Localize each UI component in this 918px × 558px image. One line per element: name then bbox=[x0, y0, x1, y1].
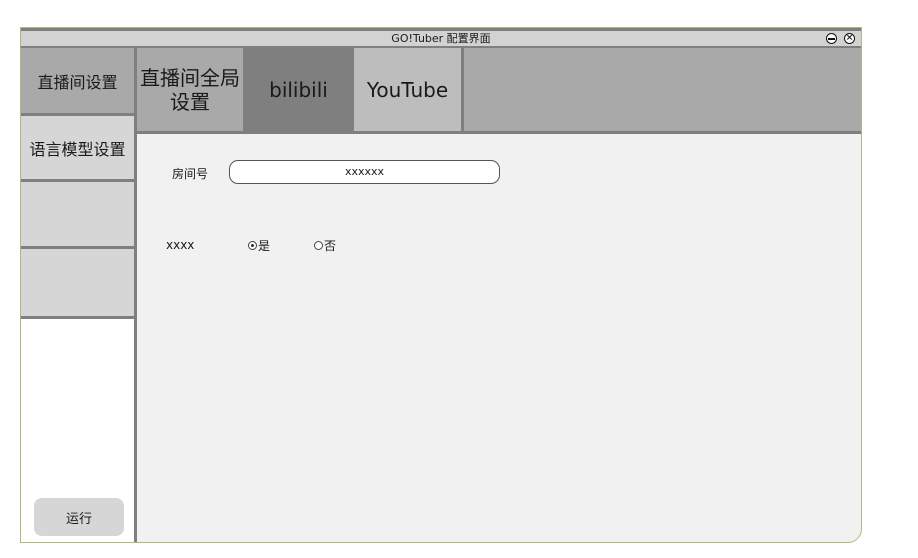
sidebar: 直播间设置 语言模型设置 运行 bbox=[21, 48, 137, 542]
option-label: xxxx bbox=[166, 238, 195, 252]
sidebar-item-language-model-settings[interactable]: 语言模型设置 bbox=[21, 116, 134, 182]
sidebar-item-empty-1[interactable] bbox=[21, 182, 134, 249]
tab-label: bilibili bbox=[269, 77, 328, 102]
sidebar-item-label: 语言模型设置 bbox=[29, 139, 126, 159]
settings-panel: 房间号 xxxxxx xxxx 是 否 bbox=[137, 134, 861, 542]
radio-selected-icon bbox=[248, 241, 257, 250]
app-window: GO!Tuber 配置界面 × 直播间设置 语言模型设置 运行 直播间全局设置 … bbox=[20, 27, 862, 543]
tab-youtube[interactable]: YouTube bbox=[354, 48, 464, 131]
run-button[interactable]: 运行 bbox=[34, 498, 124, 536]
room-number-input[interactable]: xxxxxx bbox=[229, 160, 500, 184]
sidebar-item-empty-2[interactable] bbox=[21, 249, 134, 319]
tab-bar: 直播间全局设置 bilibili YouTube bbox=[137, 48, 861, 134]
room-number-label: 房间号 bbox=[172, 167, 209, 181]
tab-bilibili[interactable]: bilibili bbox=[243, 48, 354, 131]
title-bar: GO!Tuber 配置界面 × bbox=[21, 28, 861, 48]
tab-global-live-settings[interactable]: 直播间全局设置 bbox=[137, 48, 243, 131]
tab-label: YouTube bbox=[366, 77, 449, 102]
sidebar-item-label: 直播间设置 bbox=[37, 72, 118, 92]
radio-yes-label: 是 bbox=[258, 239, 271, 253]
radio-no[interactable]: 否 bbox=[314, 237, 336, 254]
minimize-icon[interactable] bbox=[826, 33, 837, 44]
radio-yes[interactable]: 是 bbox=[248, 237, 270, 254]
sidebar-item-live-room-settings[interactable]: 直播间设置 bbox=[21, 48, 134, 116]
close-icon[interactable]: × bbox=[844, 33, 855, 44]
window-title: GO!Tuber 配置界面 bbox=[391, 32, 491, 45]
tab-label: 直播间全局设置 bbox=[140, 65, 240, 114]
radio-no-label: 否 bbox=[324, 239, 337, 253]
radio-unselected-icon bbox=[314, 241, 323, 250]
